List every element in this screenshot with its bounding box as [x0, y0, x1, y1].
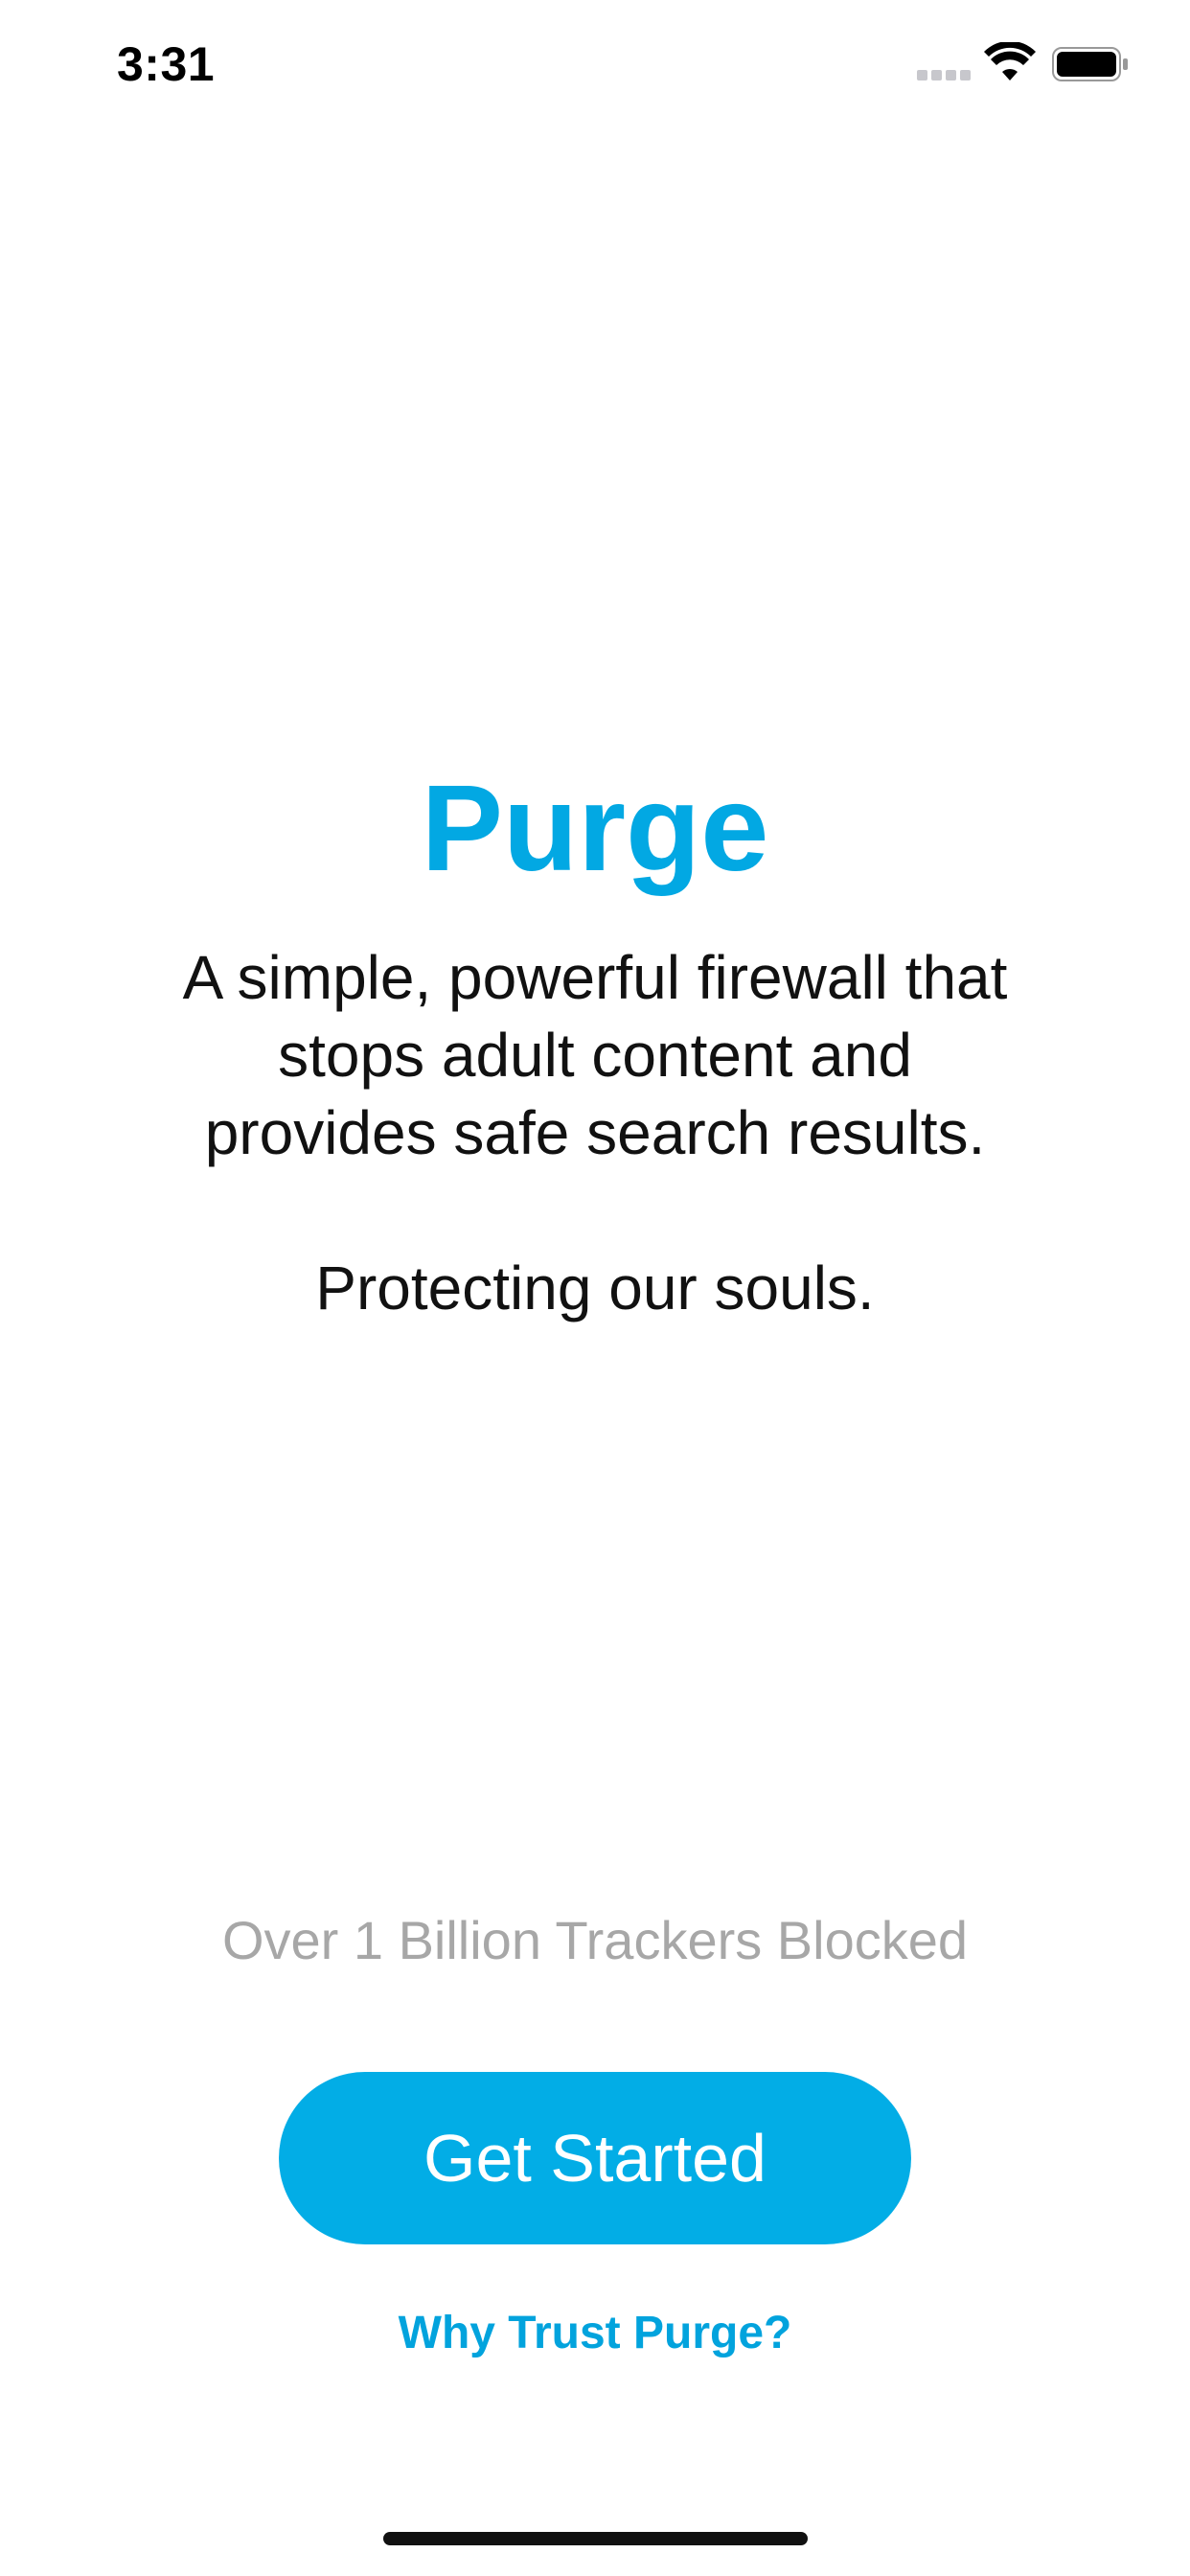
get-started-button[interactable]: Get Started [279, 2072, 911, 2244]
why-trust-purge-link[interactable]: Why Trust Purge? [0, 2305, 1190, 2362]
home-indicator[interactable] [383, 2532, 808, 2545]
trackers-blocked-text: Over 1 Billion Trackers Blocked [221, 1910, 969, 1970]
status-time: 3:31 [117, 37, 216, 91]
tagline: A simple, powerful firewall that stops a… [182, 943, 1008, 1322]
wifi-icon [984, 42, 1036, 80]
signal-dots-icon [917, 70, 971, 81]
battery-icon [1052, 47, 1128, 81]
app-title: Purge [421, 760, 769, 897]
status-bar: 3:31 [0, 0, 1190, 134]
